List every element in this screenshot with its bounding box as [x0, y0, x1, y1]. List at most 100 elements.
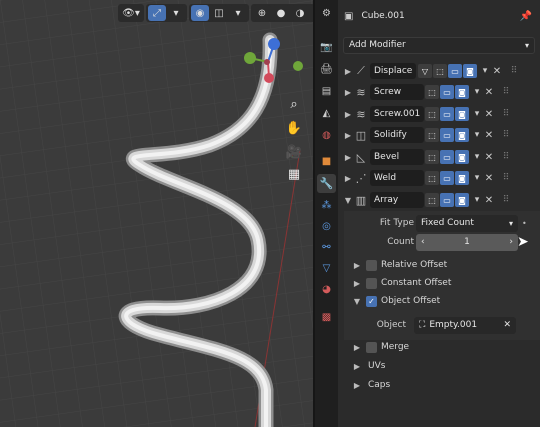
collapse-arrow-icon[interactable]: ▼ — [352, 297, 362, 306]
expand-arrow-icon[interactable]: ▶ — [342, 153, 354, 162]
3d-viewport[interactable]: 👁▾ ⤢ ▾ ◉ ◫ ▾ ⊕ ● ◑ ◒ ▾ ⌕ ✋ 🎥 ▦ — [0, 0, 313, 427]
merge-checkbox[interactable] — [366, 341, 377, 353]
modifier-solidify[interactable]: ▶ ◫ Solidify ⬚ ▭ ◙ ▾ ✕ ⠿ — [338, 125, 540, 145]
gizmo-neg-y-axis[interactable] — [293, 61, 303, 71]
tab-data[interactable]: ▽ — [317, 259, 336, 278]
snap-icon[interactable]: ◉ — [191, 5, 209, 21]
realtime-icon[interactable]: ▭ — [440, 150, 454, 164]
snap-target-icon[interactable]: ◫ — [210, 5, 228, 21]
merge-row[interactable]: ▶ Merge — [338, 338, 540, 356]
gizmo-y-axis[interactable] — [244, 52, 256, 64]
camera-icon[interactable]: 🎥 — [283, 141, 305, 163]
close-icon[interactable]: ✕ — [503, 320, 511, 330]
tab-particles[interactable]: ⁂ — [317, 196, 336, 215]
modifier-name[interactable]: Screw.001 — [370, 106, 424, 122]
view-icon[interactable]: 👁▾ — [118, 4, 144, 22]
caps-row[interactable]: ▶ Caps — [338, 376, 540, 394]
edit-mode-icon[interactable]: ⬚ — [425, 85, 439, 99]
solid-shading-icon[interactable]: ● — [272, 5, 290, 21]
object-offset-checkbox[interactable]: ✓ — [366, 295, 377, 307]
modifier-name[interactable]: Weld — [370, 170, 424, 186]
expand-arrow-icon[interactable]: ▶ — [352, 362, 362, 371]
tab-constraints[interactable]: ⚯ — [317, 238, 336, 257]
tab-tool[interactable]: ⚙ — [317, 4, 336, 23]
drag-handle-icon[interactable]: ⠿ — [499, 130, 513, 140]
drag-handle-icon[interactable]: ⠿ — [499, 195, 513, 205]
realtime-icon[interactable]: ▭ — [448, 64, 462, 78]
edit-mode-icon[interactable]: ⬚ — [425, 107, 439, 121]
edit-mode-icon[interactable]: ⬚ — [425, 150, 439, 164]
edit-mode-icon[interactable]: ⬚ — [425, 193, 439, 207]
realtime-icon[interactable]: ▭ — [440, 107, 454, 121]
render-toggle-icon[interactable]: ◙ — [455, 171, 469, 185]
modifier-screw[interactable]: ▶ ≋ Screw ⬚ ▭ ◙ ▾ ✕ ⠿ — [338, 82, 540, 102]
expand-arrow-icon[interactable]: ▶ — [352, 279, 362, 288]
pin-icon[interactable]: 📌 — [520, 11, 532, 22]
render-toggle-icon[interactable]: ◙ — [455, 107, 469, 121]
modifier-name[interactable]: Screw — [370, 84, 424, 100]
gizmo-z-axis[interactable] — [268, 38, 280, 50]
tab-object[interactable]: ■ — [317, 152, 336, 171]
tab-material[interactable]: ◕ — [317, 280, 336, 299]
drag-handle-icon[interactable]: ⠿ — [499, 173, 513, 183]
chevron-down-icon[interactable]: ▾ — [471, 109, 483, 119]
modifier-screw-001[interactable]: ▶ ≋ Screw.001 ⬚ ▭ ◙ ▾ ✕ ⠿ — [338, 104, 540, 124]
object-offset-row[interactable]: ▼ ✓ Object Offset — [338, 292, 540, 310]
modifier-bevel[interactable]: ▶ ◺ Bevel ⬚ ▭ ◙ ▾ ✕ ⠿ — [338, 147, 540, 167]
modifier-name[interactable]: Bevel — [370, 149, 424, 165]
hand-pan-icon[interactable]: ✋ — [283, 117, 305, 139]
render-toggle-icon[interactable]: ◙ — [455, 128, 469, 142]
close-icon[interactable]: ✕ — [483, 152, 495, 163]
close-icon[interactable]: ✕ — [483, 173, 495, 184]
render-toggle-icon[interactable]: ◙ — [463, 64, 477, 78]
expand-arrow-icon[interactable]: ▶ — [342, 174, 354, 183]
chevron-down-icon[interactable]: ▾ — [471, 152, 483, 162]
chevron-down-icon[interactable]: ▾ — [167, 5, 185, 21]
chevron-down-icon[interactable]: ▾ — [471, 173, 483, 183]
close-icon[interactable]: ✕ — [491, 66, 503, 77]
expand-arrow-icon[interactable]: ▶ — [352, 343, 362, 352]
on-cage-icon[interactable]: ▽ — [418, 64, 432, 78]
expand-arrow-icon[interactable]: ▶ — [342, 67, 354, 76]
expand-arrow-icon[interactable]: ▶ — [342, 88, 354, 97]
close-icon[interactable]: ✕ — [483, 195, 495, 206]
object-field[interactable]: ⛶ Empty.001 ✕ — [414, 316, 516, 334]
modifier-name[interactable]: Array — [370, 192, 424, 208]
add-modifier-button[interactable]: Add Modifier ▾ — [343, 36, 535, 54]
drag-handle-icon[interactable]: ⠿ — [499, 152, 513, 162]
uvs-row[interactable]: ▶ UVs — [338, 357, 540, 375]
chevron-down-icon[interactable]: ▾ — [229, 5, 247, 21]
relative-offset-checkbox[interactable] — [366, 259, 377, 271]
chevron-down-icon[interactable]: ▾ — [471, 130, 483, 140]
fit-type-dropdown[interactable]: Fixed Count ▾ — [416, 214, 518, 232]
edit-mode-icon[interactable]: ⬚ — [425, 128, 439, 142]
modifier-name[interactable]: Solidify — [370, 127, 424, 143]
modifier-displace[interactable]: ▶ ⟋ Displace ▽ ⬚ ▭ ◙ ▾ ✕ ⠿ — [338, 61, 540, 81]
modifier-name[interactable]: Displace — [370, 63, 416, 79]
gizmo-x-axis[interactable] — [264, 73, 274, 83]
material-shading-icon[interactable]: ◑ — [291, 5, 309, 21]
close-icon[interactable]: ✕ — [483, 130, 495, 141]
constant-offset-checkbox[interactable] — [366, 277, 377, 289]
chevron-down-icon[interactable]: ▾ — [479, 66, 491, 76]
tab-scene[interactable]: ◭ — [317, 104, 336, 123]
transform-icon[interactable]: ⤢ — [148, 5, 166, 21]
close-icon[interactable]: ✕ — [483, 109, 495, 120]
tab-physics[interactable]: ◎ — [317, 217, 336, 236]
expand-arrow-icon[interactable]: ▶ — [352, 261, 362, 270]
increment-arrow-icon[interactable]: › — [509, 237, 513, 247]
collapse-arrow-icon[interactable]: ▼ — [342, 196, 354, 205]
edit-mode-icon[interactable]: ⬚ — [425, 171, 439, 185]
close-icon[interactable]: ✕ — [483, 87, 495, 98]
expand-arrow-icon[interactable]: ▶ — [352, 381, 362, 390]
drag-handle-icon[interactable]: ⠿ — [507, 66, 521, 76]
tab-render[interactable]: 📷 — [317, 38, 336, 57]
realtime-icon[interactable]: ▭ — [440, 128, 454, 142]
edit-mode-icon[interactable]: ⬚ — [433, 64, 447, 78]
tab-modifiers[interactable]: 🔧 — [317, 174, 336, 193]
realtime-icon[interactable]: ▭ — [440, 193, 454, 207]
tab-output[interactable]: 🖨 — [317, 60, 336, 79]
wireframe-shading-icon[interactable]: ⊕ — [253, 5, 271, 21]
zoom-icon[interactable]: ⌕ — [283, 93, 305, 115]
render-toggle-icon[interactable]: ◙ — [455, 150, 469, 164]
